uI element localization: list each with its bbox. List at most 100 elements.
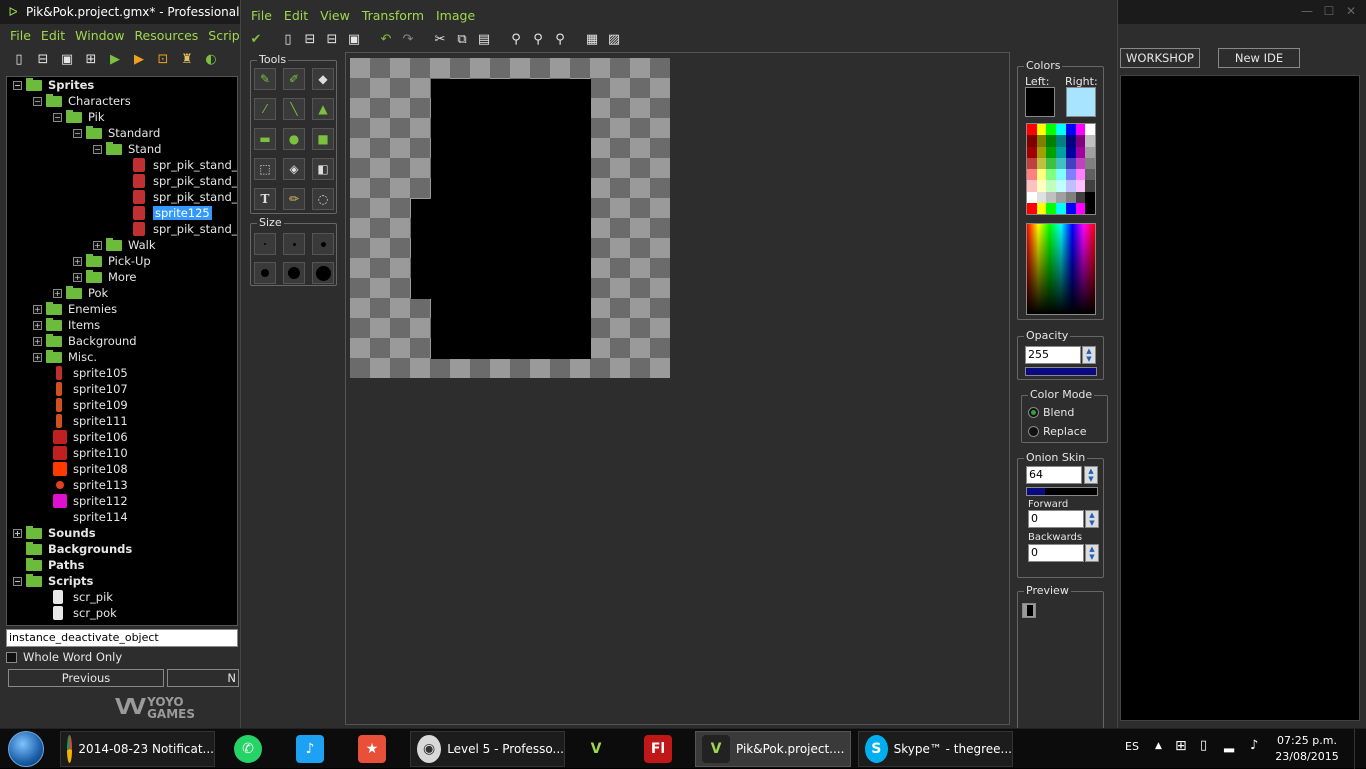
palette-color-cell[interactable] (1036, 135, 1047, 147)
collapse-icon[interactable]: − (93, 144, 102, 154)
expand-icon[interactable]: + (33, 304, 42, 314)
palette-color-cell[interactable] (1046, 157, 1057, 169)
palette-color-cell[interactable] (1036, 191, 1047, 203)
tree-node-pickup[interactable]: + Pick-Up (73, 253, 151, 269)
network-icon[interactable]: ▂ (1224, 738, 1234, 753)
palette-color-cell[interactable] (1056, 169, 1066, 181)
expand-icon[interactable]: + (53, 288, 62, 298)
taskbar-whatsapp[interactable]: ✆ (228, 731, 274, 767)
search-input[interactable]: instance_deactivate_object (6, 629, 238, 647)
magic-wand-tool-icon[interactable]: ◈ (283, 158, 305, 180)
tree-node-sounds[interactable]: + Sounds (13, 525, 96, 541)
show-hidden-icons-icon[interactable]: ▲ (1155, 741, 1162, 751)
close-icon[interactable]: ✕ (1342, 3, 1360, 19)
line-tool-icon[interactable]: ╲ (283, 98, 305, 120)
open-image-icon[interactable]: ⊟ (301, 30, 319, 48)
polygon-tool-icon[interactable]: ▲ (312, 98, 334, 120)
forward-input[interactable]: 0 (1028, 510, 1084, 528)
confirm-check-icon[interactable]: ✔ (247, 30, 265, 48)
tree-node-more[interactable]: + More (73, 269, 137, 285)
undo-icon[interactable]: ↶ (377, 30, 395, 48)
zoom-in-icon[interactable]: ⚲ (551, 30, 569, 48)
tree-node-misc[interactable]: + Misc. (33, 349, 97, 365)
tree-node-pik[interactable]: − Pik (53, 109, 105, 125)
palette-color-cell[interactable] (1085, 124, 1095, 136)
palette-color-cell[interactable] (1027, 191, 1037, 203)
palette-color-cell[interactable] (1075, 157, 1086, 169)
export-icon[interactable]: ⊞ (82, 50, 100, 68)
pen-select-tool-icon[interactable]: ✏ (283, 188, 305, 210)
tree-item-sprite[interactable]: sprite108 (53, 461, 128, 477)
palette-color-cell[interactable] (1085, 169, 1095, 181)
redo-icon[interactable]: ↷ (399, 30, 417, 48)
palette-color-cell[interactable] (1046, 180, 1057, 192)
language-indicator[interactable]: ES (1125, 740, 1139, 753)
clean-icon[interactable]: ♜ (178, 50, 196, 68)
onion-skin-input[interactable]: 64 (1026, 466, 1082, 484)
collapse-icon[interactable]: − (53, 112, 62, 122)
tree-item-script[interactable]: scr_pik (53, 589, 113, 605)
palette-color-cell[interactable] (1027, 146, 1037, 158)
rounded-rect-tool-icon[interactable]: ■ (312, 128, 334, 150)
palette-color-cell[interactable] (1056, 180, 1066, 192)
zoom-reset-icon[interactable]: ⚲ (529, 30, 547, 48)
tree-node-characters[interactable]: − Characters (33, 93, 131, 109)
radio-icon[interactable] (1028, 426, 1039, 437)
palette-color-cell[interactable] (1075, 202, 1086, 214)
tree-node-paths[interactable]: Paths (26, 557, 84, 573)
palette-color-cell[interactable] (1027, 135, 1037, 147)
palette-color-cell[interactable] (1046, 202, 1057, 214)
pencil-tool-icon[interactable]: ✎ (254, 68, 276, 90)
palette-color-cell[interactable] (1027, 169, 1037, 181)
menu-resources[interactable]: Resources (134, 28, 198, 43)
editor-menu-image[interactable]: Image (436, 8, 475, 23)
blend-radio[interactable]: Blend (1028, 406, 1074, 419)
sprite-icon[interactable]: ◐ (202, 50, 220, 68)
palette-color-cell[interactable] (1046, 135, 1057, 147)
tree-item-sprite[interactable]: sprite107 (53, 381, 128, 397)
tree-item-sprite[interactable]: sprite111 (53, 413, 128, 429)
import-image-icon[interactable]: ⊟ (323, 30, 341, 48)
eraser-tool-icon[interactable]: ◆ (312, 68, 334, 90)
backwards-input[interactable]: 0 (1028, 544, 1084, 562)
tree-item-script[interactable]: scr_pok (53, 605, 117, 621)
opacity-input[interactable]: 255 (1025, 346, 1081, 364)
opacity-bar[interactable] (1025, 367, 1097, 376)
palette-color-cell[interactable] (1075, 124, 1086, 136)
onion-skin-spinner[interactable]: ▲ ▼ (1084, 466, 1098, 484)
palette-color-cell[interactable] (1065, 169, 1076, 181)
device-icon[interactable]: ▯ (1200, 738, 1207, 753)
debug-icon[interactable]: ▶ (130, 50, 148, 68)
palette-color-cell[interactable] (1075, 169, 1086, 181)
palette-color-cell[interactable] (1065, 124, 1076, 136)
expand-icon[interactable]: + (33, 352, 42, 362)
new-image-icon[interactable]: ▯ (279, 30, 297, 48)
palette-color-cell[interactable] (1065, 180, 1076, 192)
checkbox-icon[interactable] (6, 651, 17, 663)
palette-color-cell[interactable] (1036, 124, 1047, 136)
brush-size-4[interactable] (254, 262, 276, 284)
palette-color-cell[interactable] (1085, 191, 1095, 203)
rectangle-tool-icon[interactable]: ▬ (254, 128, 276, 150)
taskbar-skype[interactable]: S Skype™ - thegree... (858, 731, 1013, 767)
tree-node-sprites[interactable]: − Sprites (13, 77, 94, 93)
palette-color-cell[interactable] (1065, 135, 1076, 147)
whole-word-only-checkbox[interactable]: Whole Word Only (6, 650, 122, 664)
expand-icon[interactable]: + (73, 256, 82, 266)
tree-node-pok[interactable]: + Pok (53, 285, 108, 301)
tree-node-enemies[interactable]: + Enemies (33, 301, 117, 317)
taskbar-gamemaker-project[interactable]: ᐯ Pik&Pok.project.... (695, 731, 851, 767)
palette-color-cell[interactable] (1027, 180, 1037, 192)
taskbar-flash[interactable]: Fl (638, 731, 684, 767)
cut-icon[interactable]: ✂ (431, 30, 449, 48)
grid-icon[interactable]: ▦ (583, 30, 601, 48)
radio-selected-icon[interactable] (1028, 407, 1039, 418)
editor-menu-view[interactable]: View (320, 8, 350, 23)
palette-color-cell[interactable] (1036, 180, 1047, 192)
save-image-icon[interactable]: ▣ (345, 30, 363, 48)
brush-size-5[interactable] (283, 262, 305, 284)
palette-color-cell[interactable] (1085, 180, 1095, 192)
brush-size-3[interactable] (312, 233, 334, 255)
minimize-icon[interactable]: — (1298, 3, 1316, 19)
open-project-icon[interactable]: ⊟ (34, 50, 52, 68)
